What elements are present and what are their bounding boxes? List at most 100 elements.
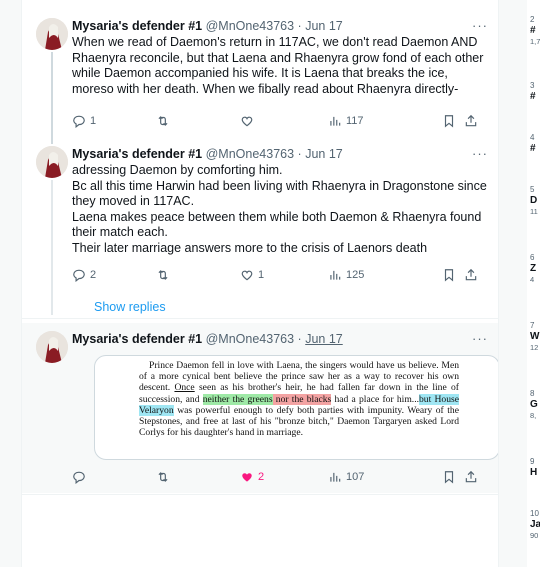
view-count: 125 <box>346 269 365 281</box>
excerpt-highlight-red: nor the blacks <box>272 393 332 405</box>
like-count: 1 <box>258 269 265 281</box>
tweet[interactable]: Mysaria's defender #1 @MnOne43763 · Jun … <box>22 10 498 135</box>
trend-rank: 7 <box>530 321 535 330</box>
like-button[interactable] <box>240 114 258 128</box>
author-name[interactable]: Mysaria's defender #1 <box>72 332 202 346</box>
bookmark-button[interactable] <box>442 114 456 128</box>
excerpt-text: was powerful enough to defy both parties… <box>139 404 459 439</box>
retweet-button[interactable] <box>156 268 170 282</box>
trend-item[interactable]: 10 Ja 90 <box>530 508 540 541</box>
share-button[interactable] <box>464 114 478 128</box>
trend-label: # <box>530 25 536 36</box>
trend-count: 8, <box>530 411 537 420</box>
book-excerpt: Prince Daemon fell in love with Laena, t… <box>139 360 459 438</box>
author-name[interactable]: Mysaria's defender #1 <box>72 147 202 161</box>
bookmark-button[interactable] <box>442 470 456 484</box>
reply-count: 1 <box>90 115 97 127</box>
divider <box>22 318 498 319</box>
avatar[interactable] <box>36 18 68 50</box>
reply-button[interactable]: 2 <box>72 268 96 282</box>
share-icon <box>465 268 477 281</box>
trend-label: W <box>530 331 540 342</box>
tweet-actions: 2 107 <box>72 470 482 488</box>
share-button[interactable] <box>464 470 478 484</box>
author-handle[interactable]: @MnOne43763 <box>206 147 294 161</box>
retweet-icon <box>158 270 168 280</box>
trend-label: Z <box>530 263 537 274</box>
trend-item[interactable]: 2 #1,7 <box>530 14 540 47</box>
timeline-column: Mysaria's defender #1 @MnOne43763 · Jun … <box>21 0 499 567</box>
more-options-icon[interactable]: ··· <box>472 18 488 33</box>
bookmark-button[interactable] <box>442 268 456 282</box>
more-options-icon[interactable]: ··· <box>472 331 488 346</box>
like-button[interactable]: 2 <box>240 470 264 484</box>
show-replies-link[interactable]: Show replies <box>94 300 166 314</box>
tweet-date[interactable]: Jun 17 <box>305 332 343 346</box>
separator-dot: · <box>297 19 302 33</box>
bookmark-icon <box>444 269 454 282</box>
trend-item[interactable]: 7 W 12 <box>530 320 540 353</box>
trend-item[interactable]: 6Z4 <box>530 252 540 285</box>
trend-count: 12 <box>530 343 539 352</box>
share-icon <box>465 470 477 483</box>
views-button[interactable]: 107 <box>328 470 364 484</box>
trend-item[interactable]: 5 D 11 <box>530 184 540 217</box>
avatar-image-icon <box>36 146 68 178</box>
trend-rank: 6 <box>530 253 535 262</box>
heart-filled-icon <box>242 473 252 482</box>
share-button[interactable] <box>464 268 478 282</box>
avatar-image-icon <box>36 18 68 50</box>
share-icon <box>465 114 477 127</box>
reply-icon <box>73 115 85 128</box>
author-name[interactable]: Mysaria's defender #1 <box>72 19 202 33</box>
trend-count: 1,7 <box>530 37 540 46</box>
trend-item[interactable]: 3 # <box>530 80 540 102</box>
bookmark-icon <box>444 471 454 484</box>
trend-item[interactable]: 8 G 8, <box>530 388 540 421</box>
reply-button[interactable]: 1 <box>72 114 96 128</box>
tweet-text-line: Laena makes peace between them while bot… <box>72 209 482 240</box>
reply-button[interactable] <box>72 470 90 484</box>
heart-icon <box>241 116 253 127</box>
author-handle[interactable]: @MnOne43763 <box>206 332 294 346</box>
retweet-button[interactable] <box>156 114 170 128</box>
tweet[interactable]: Mysaria's defender #1 @MnOne43763 · Jun … <box>22 138 498 293</box>
tweet-text: adressing Daemon by comforting him. Bc a… <box>72 163 488 256</box>
views-chart-icon <box>330 116 341 126</box>
tweet-actions: 1 117 <box>72 114 482 132</box>
trend-rank: 2 <box>530 15 535 24</box>
view-count: 117 <box>346 115 364 127</box>
avatar[interactable] <box>36 146 68 178</box>
trend-count: 90 <box>530 531 539 540</box>
tweet-actions: 2 1 125 <box>72 268 482 286</box>
trend-rank: 9 <box>530 457 535 466</box>
divider <box>22 494 498 495</box>
like-button[interactable]: 1 <box>240 268 264 282</box>
author-handle[interactable]: @MnOne43763 <box>206 19 294 33</box>
tweet-date[interactable]: Jun 17 <box>305 19 343 33</box>
views-button[interactable]: 117 <box>328 114 364 128</box>
trend-rank: 4 <box>530 133 535 142</box>
retweet-button[interactable] <box>156 470 170 484</box>
attached-image[interactable]: Prince Daemon fell in love with Laena, t… <box>94 355 498 460</box>
reply-icon <box>73 471 85 484</box>
views-button[interactable]: 125 <box>328 268 364 282</box>
excerpt-highlight-green: neither the greens <box>202 393 273 405</box>
trend-label: Ja <box>530 519 540 530</box>
trend-rank: 10 <box>530 509 539 518</box>
trend-label: G <box>530 399 538 410</box>
trend-label: H <box>530 467 538 478</box>
tweet-date[interactable]: Jun 17 <box>305 147 343 161</box>
reply-count: 2 <box>90 269 97 281</box>
trend-rank: 8 <box>530 389 535 398</box>
trend-item[interactable]: 9H <box>530 456 540 478</box>
avatar[interactable] <box>36 331 68 363</box>
trend-label: D <box>530 195 538 206</box>
more-options-icon[interactable]: ··· <box>472 146 488 161</box>
excerpt-text: had a place for him... <box>331 393 419 405</box>
trend-item[interactable]: 4 # <box>530 132 540 154</box>
trends-sidebar: 2 #1,7 3 # 4 # 5 D 11 6Z4 7 W 12 8 G 8, 9H 10 Ja 90 <box>527 0 540 567</box>
trend-count: 11 <box>530 207 538 216</box>
separator-dot: · <box>297 332 302 346</box>
heart-icon <box>241 270 253 281</box>
